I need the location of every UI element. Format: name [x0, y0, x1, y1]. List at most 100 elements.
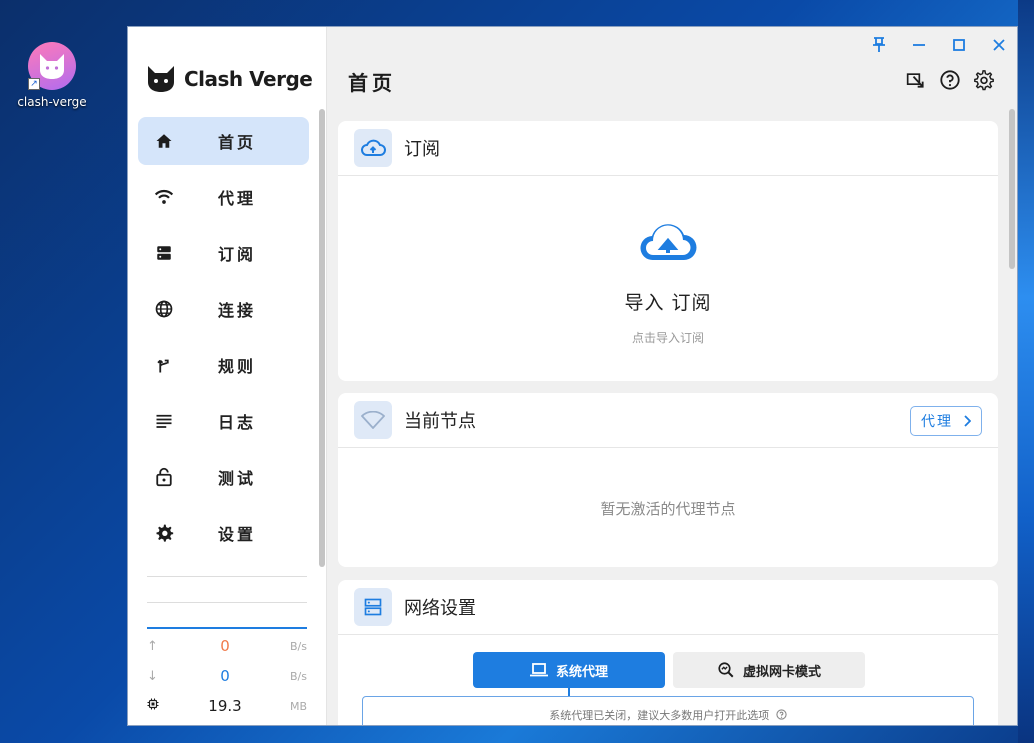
sidebar-item-settings[interactable]: 设置 [138, 509, 309, 557]
network-settings-card: 网络设置 系统代理 虚拟网卡模式 系统代理已关闭，建议大多数用户打开此选项 [338, 580, 998, 725]
download-value: 0 [220, 667, 230, 685]
sidebar-item-label: 规则 [218, 357, 257, 376]
tab-tun-mode[interactable]: 虚拟网卡模式 [673, 652, 865, 688]
desktop-icon-label: clash-verge [17, 95, 87, 109]
arrow-up-icon: ↑ [147, 638, 158, 654]
page-title: 首页 [348, 71, 396, 95]
desktop-shortcut-clash-verge[interactable]: ↗ clash-verge [14, 42, 90, 109]
help-button[interactable] [939, 69, 961, 91]
uwp-tool-button[interactable] [905, 69, 927, 91]
sidebar: Clash Verge 首页 代理 订阅 连接 规则 日志 测试 设置 ↑ 0 … [128, 27, 327, 725]
app-logo: Clash Verge [146, 65, 313, 93]
help-icon[interactable] [776, 709, 787, 720]
lines-icon [154, 411, 174, 431]
cat-logo-icon [148, 66, 174, 92]
close-button[interactable] [979, 33, 1017, 57]
subscription-card: 订阅 导入 订阅 点击导入订阅 [338, 121, 998, 381]
help-icon [940, 70, 960, 90]
tab-indicator [568, 688, 570, 696]
sidebar-item-label: 连接 [218, 301, 257, 320]
cloud-upload-icon [640, 224, 697, 261]
chevron-right-icon [964, 415, 971, 427]
pin-button[interactable] [859, 33, 899, 57]
server-icon [154, 243, 174, 263]
tab-tun-mode-label: 虚拟网卡模式 [742, 664, 821, 680]
memory-unit: MB [289, 699, 307, 713]
tab-system-proxy[interactable]: 系统代理 [473, 652, 665, 688]
card-header: 当前节点 代理 [338, 393, 998, 448]
sidebar-item-connections[interactable]: 连接 [138, 285, 309, 333]
upload-value: 0 [220, 637, 230, 655]
app-window: Clash Verge 首页 代理 订阅 连接 规则 日志 测试 设置 ↑ 0 … [127, 26, 1018, 726]
header-actions [905, 69, 995, 91]
card-header: 网络设置 [338, 580, 998, 635]
sidebar-item-home[interactable]: 首页 [138, 117, 309, 165]
sidebar-item-label: 设置 [218, 525, 257, 544]
lock-icon [154, 467, 174, 487]
cat-logo-icon: ↗ [28, 42, 76, 90]
cloud-upload-icon [354, 129, 392, 167]
divider [147, 576, 307, 577]
card-header: 订阅 [338, 121, 998, 176]
gear-icon [974, 70, 994, 91]
app-name: Clash Verge [184, 67, 313, 91]
main-scrollbar[interactable] [1009, 109, 1015, 269]
sidebar-scrollbar[interactable] [319, 109, 325, 567]
pin-icon [873, 37, 885, 52]
fork-icon [154, 355, 174, 375]
proxy-mode-tabs: 系统代理 虚拟网卡模式 [473, 652, 865, 688]
memory-value: 19.3 [208, 697, 242, 715]
settings-button[interactable] [973, 69, 995, 91]
sidebar-item-test[interactable]: 测试 [138, 453, 309, 501]
import-title: 导入 订阅 [624, 292, 712, 314]
sidebar-item-label: 代理 [218, 189, 257, 208]
maximize-button[interactable] [939, 33, 979, 57]
go-proxy-button[interactable]: 代理 [910, 406, 982, 436]
arrow-down-icon: ↓ [147, 668, 158, 684]
uwp-icon [906, 73, 924, 88]
sidebar-nav: 首页 代理 订阅 连接 规则 日志 测试 设置 [138, 117, 309, 565]
main-content: 首页 订阅 导入 订阅 点击导入订阅 当前节点 代理 暂无激活的代理节点 网络设… [328, 27, 1017, 725]
network-search-icon [718, 662, 734, 678]
card-title: 网络设置 [404, 598, 476, 619]
maximize-icon [953, 39, 965, 51]
upload-speed: ↑ 0 B/s [147, 635, 307, 657]
sidebar-item-rules[interactable]: 规则 [138, 341, 309, 389]
shortcut-arrow-icon: ↗ [28, 78, 40, 90]
home-icon [154, 131, 174, 151]
download-speed: ↓ 0 B/s [147, 665, 307, 687]
sidebar-item-logs[interactable]: 日志 [138, 397, 309, 445]
import-subscription[interactable]: 导入 订阅 点击导入订阅 [338, 176, 998, 346]
sidebar-item-label: 测试 [218, 469, 257, 488]
globe-icon [154, 299, 174, 319]
window-controls [859, 33, 1017, 57]
sidebar-item-proxy[interactable]: 代理 [138, 173, 309, 221]
tab-system-proxy-label: 系统代理 [555, 664, 608, 680]
chip-icon [147, 698, 165, 714]
proxy-status-message: 系统代理已关闭，建议大多数用户打开此选项 [362, 696, 974, 725]
download-unit: B/s [290, 669, 307, 683]
gear-icon [154, 523, 174, 543]
proxy-status-text: 系统代理已关闭，建议大多数用户打开此选项 [549, 709, 770, 722]
import-subtitle: 点击导入订阅 [631, 331, 704, 345]
sidebar-item-label: 日志 [218, 413, 257, 432]
empty-node-message: 暂无激活的代理节点 [600, 500, 736, 518]
upload-unit: B/s [290, 639, 307, 653]
close-icon [993, 39, 1005, 51]
traffic-graph-line [147, 627, 307, 629]
card-title: 当前节点 [404, 411, 476, 432]
wifi-off-icon [354, 401, 392, 439]
memory-usage: 19.3 MB [147, 695, 307, 717]
background-window-edge [1018, 0, 1034, 743]
laptop-icon [529, 663, 548, 677]
sidebar-item-label: 订阅 [218, 245, 257, 264]
dns-icon [354, 588, 392, 626]
divider [147, 602, 307, 603]
wifi-icon [154, 187, 174, 207]
sidebar-item-subscription[interactable]: 订阅 [138, 229, 309, 277]
minimize-icon [913, 44, 925, 46]
go-proxy-label: 代理 [921, 414, 953, 430]
sidebar-item-label: 首页 [218, 133, 257, 152]
minimize-button[interactable] [899, 33, 939, 57]
card-title: 订阅 [404, 139, 440, 160]
